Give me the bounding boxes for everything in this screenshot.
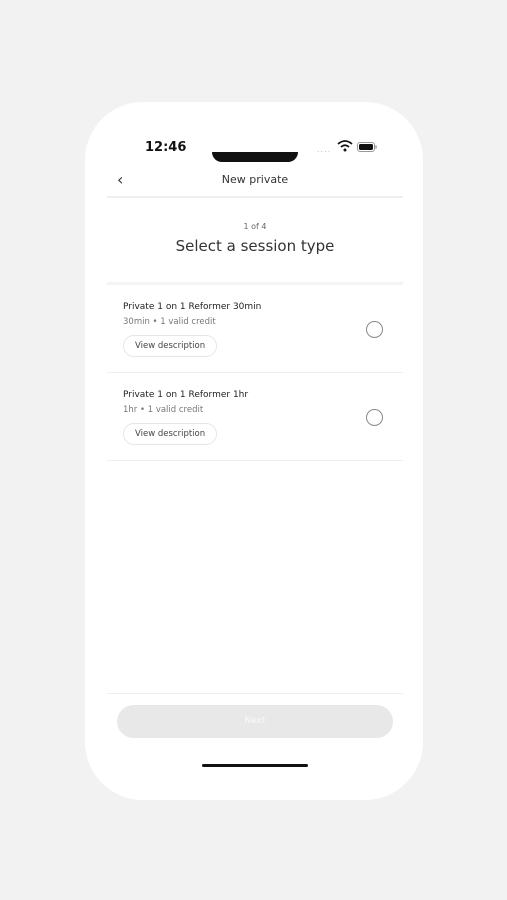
page-header: 1 of 4 Select a session type (107, 198, 403, 285)
session-radio[interactable] (366, 409, 383, 426)
nav-bar: ‹ New private (107, 166, 403, 198)
view-description-button[interactable]: View description (123, 335, 218, 357)
session-name: Private 1 on 1 Reformer 30min (123, 302, 262, 312)
session-meta: 30min • 1 valid credit (123, 317, 216, 327)
home-indicator (202, 764, 308, 767)
page-title: Select a session type (175, 237, 335, 255)
battery-icon (357, 142, 377, 152)
status-icons: .... (317, 140, 387, 154)
view-description-button[interactable]: View description (123, 423, 218, 445)
nav-title: New private (221, 173, 289, 186)
phone-frame: 12:46 .... ‹ New private 1 of 4 Select a… (85, 102, 423, 800)
status-time: 12:46 (145, 140, 187, 155)
notch (212, 152, 298, 162)
session-name: Private 1 on 1 Reformer 1hr (123, 390, 249, 400)
next-button[interactable]: Next (117, 705, 393, 738)
session-radio[interactable] (366, 321, 383, 338)
session-item[interactable]: Private 1 on 1 Reformer 1hr 1hr • 1 vali… (107, 373, 403, 461)
step-indicator: 1 of 4 (243, 222, 267, 231)
session-meta: 1hr • 1 valid credit (123, 405, 204, 415)
wifi-icon (337, 140, 353, 152)
session-item[interactable]: Private 1 on 1 Reformer 30min 30min • 1 … (107, 285, 403, 373)
footer-divider (107, 693, 403, 694)
signal-dots-icon: .... (317, 145, 332, 154)
session-list: Private 1 on 1 Reformer 30min 30min • 1 … (107, 285, 403, 461)
status-bar: 12:46 .... (85, 102, 423, 166)
